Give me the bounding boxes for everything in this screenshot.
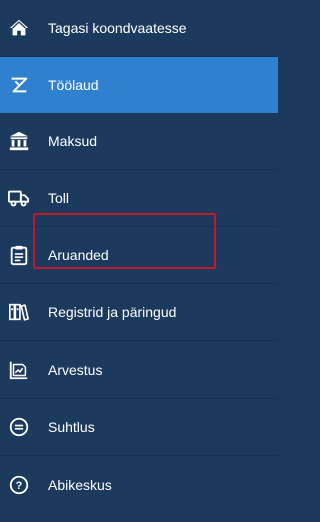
menu-item-registers-and-queries[interactable]: Registrid ja päringud	[0, 284, 278, 341]
menu-item-dashboard[interactable]: Töölaud	[0, 57, 278, 113]
clipboard-icon	[8, 244, 30, 266]
menu-item-accounting[interactable]: Arvestus	[0, 341, 278, 399]
menu-item-label: Registrid ja päringud	[48, 304, 177, 320]
dashboard-icon	[8, 74, 30, 96]
menu-item-label: Tagasi koondvaatesse	[48, 20, 187, 36]
menu-item-label: Toll	[48, 190, 70, 206]
svg-text:?: ?	[16, 480, 23, 492]
bank-icon	[8, 130, 30, 152]
help-icon: ?	[8, 474, 30, 496]
menu-item-label: Abikeskus	[48, 476, 112, 493]
home-icon	[8, 17, 30, 39]
menu-item-label: Suhtlus	[48, 419, 95, 435]
side-menu: Tagasi koondvaatesse Töölaud Maksud Toll…	[0, 0, 278, 522]
truck-icon	[8, 187, 30, 209]
menu-item-back-to-overview[interactable]: Tagasi koondvaatesse	[0, 0, 278, 57]
chart-icon	[8, 359, 30, 381]
menu-item-label: Aruanded	[48, 247, 109, 263]
menu-item-communication[interactable]: Suhtlus	[0, 399, 278, 456]
menu-item-customs[interactable]: Toll	[0, 170, 278, 227]
books-icon	[8, 301, 30, 323]
menu-item-help-center[interactable]: ? Abikeskus	[0, 456, 278, 513]
menu-item-reports[interactable]: Aruanded	[0, 227, 278, 284]
menu-item-label: Arvestus	[48, 361, 103, 378]
menu-item-taxes[interactable]: Maksud	[0, 113, 278, 170]
menu-item-label: Töölaud	[48, 76, 99, 93]
chat-icon	[8, 416, 30, 438]
menu-item-label: Maksud	[48, 133, 98, 149]
